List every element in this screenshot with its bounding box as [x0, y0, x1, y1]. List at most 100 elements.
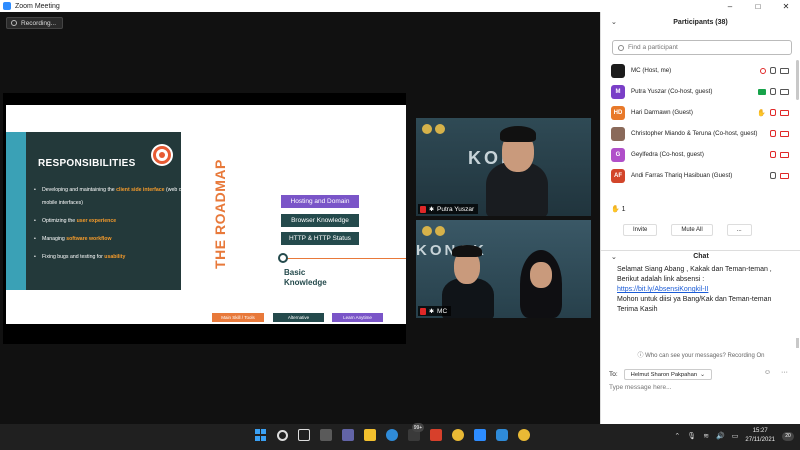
recipient-select[interactable]: Helmut Sharon Pakpahan ⌄ — [623, 369, 712, 380]
video-tile-mc[interactable]: KONGK ✱ MC — [416, 220, 591, 318]
clock[interactable]: 15:27 27/11/2021 — [745, 427, 775, 445]
windows-taskbar: 99+ ⌃ 🎙 ≋ 🔊 ▭ 15:27 27/11/2021 20 — [0, 423, 800, 450]
teams-chat-icon[interactable] — [342, 429, 354, 441]
emoji-icon[interactable]: ☺ — [764, 369, 771, 376]
faculty-logo — [435, 226, 445, 236]
microphone-icon[interactable] — [770, 172, 776, 179]
zoom-app-icon — [3, 2, 11, 10]
responsibility-item: Managing software workflow — [34, 233, 184, 246]
chat-signoff: Terima Kasih — [617, 306, 658, 313]
wifi-icon[interactable]: ≋ — [703, 432, 709, 440]
battery-icon[interactable]: ▭ — [732, 432, 739, 440]
target-icon — [151, 144, 173, 166]
search-icon[interactable] — [277, 429, 288, 441]
chat-input[interactable] — [609, 384, 793, 391]
participant-status-icons: ✋ — [757, 109, 789, 117]
recording-icon — [11, 20, 17, 26]
recording-indicator[interactable]: Recording... — [6, 17, 64, 29]
app-icon[interactable] — [496, 429, 508, 441]
participant-search-input[interactable] — [628, 44, 778, 51]
chrome-profile-icon[interactable] — [518, 429, 530, 441]
participant-face — [530, 262, 552, 288]
maximize-button[interactable]: □ — [744, 0, 772, 12]
responsibilities-title: RESPONSIBILITIES — [38, 158, 136, 169]
participant-row[interactable]: HD Hari Darmawn (Guest) ✋ — [607, 102, 795, 123]
participant-row[interactable]: M Putra Yuszar (Co-host, guest) — [607, 81, 795, 102]
participant-name: Christopher Miando & Teruna (Co-host, gu… — [631, 130, 758, 137]
avatar: G — [611, 147, 625, 162]
close-button[interactable]: ✕ — [772, 0, 800, 12]
microphone-icon[interactable] — [770, 88, 776, 95]
store-icon[interactable]: 99+ — [408, 423, 424, 441]
participant-name: Putra Yuszar (Co-host, guest) — [631, 88, 713, 95]
title-bar: Zoom Meeting – □ ✕ — [0, 0, 800, 12]
chat-header: ⌄ Chat — [601, 250, 800, 262]
participant-row[interactable]: Christopher Miando & Teruna (Co-host, gu… — [607, 123, 795, 144]
chat-message: Selamat Siang Abang , Kakak dan Teman-te… — [617, 265, 785, 315]
chat-title: Chat — [693, 253, 709, 260]
widgets-icon[interactable] — [320, 429, 332, 441]
chat-message-text: Selamat Siang Abang , Kakak dan Teman-te… — [617, 266, 772, 283]
video-participant-name: MC — [437, 307, 448, 315]
collapse-chevron-icon[interactable]: ⌄ — [611, 253, 617, 261]
chrome-icon[interactable] — [452, 429, 464, 441]
volume-icon[interactable]: 🔊 — [716, 432, 725, 440]
chat-scrollbar[interactable] — [796, 338, 799, 348]
camera-off-icon — [780, 109, 789, 116]
legend-main-skill: Main Skill / Tools — [212, 313, 264, 322]
avatar: M — [611, 84, 625, 99]
participant-actions: Invite Mute All ... — [623, 224, 752, 236]
more-options-button[interactable]: ... — [726, 224, 752, 236]
video-name-tag: ✱ Putra Yuszar — [418, 204, 479, 214]
roadmap-title: THE ROADMAP — [212, 159, 228, 269]
participant-search[interactable] — [612, 40, 792, 55]
microphone-icon[interactable]: 🎙 — [687, 432, 696, 440]
video-name-tag: ✱ MC — [418, 306, 452, 316]
edge-icon[interactable] — [386, 429, 398, 441]
microphone-muted-icon[interactable] — [770, 151, 776, 158]
more-icon[interactable]: ··· — [781, 369, 788, 376]
microphone-muted-icon[interactable] — [770, 130, 776, 137]
microphone-icon[interactable] — [770, 67, 776, 74]
chat-tools: ☺ ··· — [764, 369, 788, 376]
who-can-see-notice[interactable]: ⓘ Who can see your messages? Recording O… — [601, 350, 800, 359]
tray-overflow-icon[interactable]: ⌃ — [674, 432, 680, 440]
start-icon[interactable] — [255, 429, 267, 441]
recording-icon — [760, 67, 766, 74]
slide-content: RESPONSIBILITIES Developing and maintain… — [6, 105, 406, 324]
file-explorer-icon[interactable] — [364, 429, 376, 441]
minimize-button[interactable]: – — [716, 0, 744, 12]
collapse-chevron-icon[interactable]: ⌄ — [611, 18, 617, 26]
participant-status-icons — [770, 172, 789, 179]
notification-badge[interactable]: 20 — [782, 431, 794, 441]
roadmap-pill: Hosting and Domain — [281, 195, 359, 208]
roadmap-line — [283, 258, 406, 259]
avatar — [611, 63, 625, 78]
participant-row[interactable]: G Geylfedra (Co-host, guest) — [607, 144, 795, 165]
office-icon[interactable] — [430, 429, 442, 441]
participants-header: ⌄ Participants (38) — [601, 12, 800, 32]
microphone-muted-icon[interactable] — [770, 109, 776, 116]
participant-row[interactable]: MC (Host, me) — [607, 60, 795, 81]
meeting-area: Recording... RESPONSIBILITIES Developing… — [0, 12, 600, 424]
task-view-icon[interactable] — [298, 429, 310, 441]
participant-row[interactable]: AF Andi Farras Thariq Hasibuan (Guest) — [607, 165, 795, 186]
banner-text — [448, 226, 500, 238]
participant-name: Andi Farras Thariq Hasibuan (Guest) — [631, 172, 733, 179]
participant-hair — [500, 126, 536, 142]
zoom-icon[interactable] — [474, 429, 486, 441]
chat-link[interactable]: https://bit.ly/AbsensiKongkil-II — [617, 285, 785, 295]
video-tile-putra[interactable]: KONG ✱ Putra Yuszar — [416, 118, 591, 216]
invite-button[interactable]: Invite — [623, 224, 658, 236]
zoom-window: Zoom Meeting – □ ✕ Recording... RESPONSI… — [0, 0, 800, 450]
pin-icon: ✱ — [429, 308, 435, 315]
camera-off-icon — [780, 130, 789, 137]
mute-all-button[interactable]: Mute All — [671, 224, 713, 236]
video-participant-name: Putra Yuszar — [437, 205, 475, 213]
avatar — [611, 126, 625, 141]
participant-status-icons — [770, 151, 789, 158]
participant-list-scrollbar[interactable] — [796, 60, 799, 100]
raised-hand-icon: ✋ — [757, 109, 766, 117]
pin-icon: ✱ — [429, 206, 435, 213]
legend-alternative: Alternative — [273, 313, 324, 322]
